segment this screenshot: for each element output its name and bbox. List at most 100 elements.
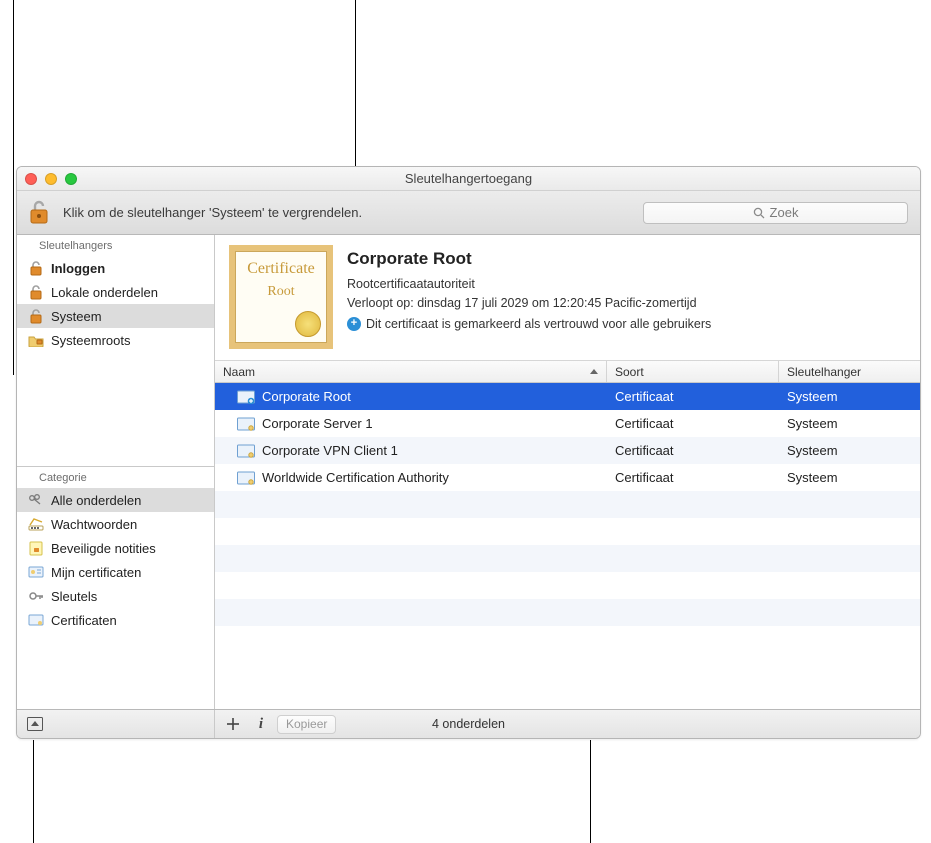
row-name: Corporate VPN Client 1: [262, 443, 398, 458]
info-button[interactable]: i: [249, 714, 273, 734]
cell-kind: Certificaat: [607, 470, 779, 485]
categories-section: Categorie Alle onderdelen Wachtwoorden Bev…: [17, 467, 214, 709]
search-field[interactable]: Zoek: [643, 202, 908, 224]
certificate-title: Corporate Root: [347, 249, 906, 269]
plus-icon: [226, 717, 240, 731]
row-name: Corporate Root: [262, 389, 351, 404]
info-icon: i: [259, 716, 263, 733]
column-header-keychain[interactable]: Sleutelhanger: [779, 361, 920, 382]
cell-keychain: Systeem: [779, 416, 920, 431]
search-icon: [753, 207, 765, 219]
certificate-icon: [237, 416, 255, 432]
cell-keychain: Systeem: [779, 443, 920, 458]
category-item[interactable]: Mijn certificaten: [17, 560, 214, 584]
certificate-icon: [237, 443, 255, 459]
callout-line: [33, 740, 34, 843]
certificate-icon: [237, 389, 255, 405]
category-item-label: Sleutels: [51, 589, 97, 604]
trust-status: + Dit certificaat is gemarkeerd als vert…: [347, 317, 906, 331]
add-button[interactable]: [221, 714, 245, 734]
cell-kind: Certificaat: [607, 416, 779, 431]
certificate-preview: Certificate Root Corporate Root Rootcert…: [215, 235, 920, 361]
table-row-empty: [215, 599, 920, 626]
category-item-label: Certificaten: [51, 613, 117, 628]
secure-note-icon: [27, 540, 45, 556]
category-item[interactable]: Wachtwoorden: [17, 512, 214, 536]
sidebar: Sleutelhangers Inloggen Lokale onderdelen…: [17, 235, 215, 709]
cell-name: Corporate Server 1: [215, 416, 607, 432]
sidebar-toggle-button[interactable]: [23, 714, 47, 734]
table-row[interactable]: Corporate VPN Client 1CertificaatSysteem: [215, 437, 920, 464]
column-header-name[interactable]: Naam: [215, 361, 607, 382]
cell-name: Corporate Root: [215, 389, 607, 405]
unlock-icon: [28, 200, 50, 226]
badge-line: Root: [267, 285, 294, 299]
category-item[interactable]: Certificaten: [17, 608, 214, 632]
passwords-icon: [27, 516, 45, 532]
lock-toggle[interactable]: [25, 200, 53, 226]
keychain-access-window: Sleutelhangertoegang Klik om de sleutelh…: [16, 166, 921, 739]
table-row[interactable]: Corporate RootCertificaatSysteem: [215, 383, 920, 410]
category-item-label: Alle onderdelen: [51, 493, 141, 508]
category-item-label: Mijn certificaten: [51, 565, 141, 580]
folder-lock-icon: [27, 332, 45, 348]
category-item[interactable]: Sleutels: [17, 584, 214, 608]
table-row[interactable]: Worldwide Certification AuthorityCertifi…: [215, 464, 920, 491]
keys-icon: [27, 492, 45, 508]
bottom-bar: i Kopieer 4 onderdelen: [17, 709, 920, 738]
keychain-item-label: Lokale onderdelen: [51, 285, 158, 300]
keychain-item-label: Inloggen: [51, 261, 105, 276]
traffic-lights: [25, 173, 77, 185]
certificate-info: Corporate Root Rootcertificaatautoriteit…: [347, 245, 906, 352]
main-pane: Certificate Root Corporate Root Rootcert…: [215, 235, 920, 709]
category-header: Categorie: [17, 467, 214, 488]
callout-line: [590, 740, 591, 843]
keychains-header: Sleutelhangers: [17, 235, 214, 256]
column-header-kind[interactable]: Soort: [607, 361, 779, 382]
seal-icon: [295, 311, 321, 337]
unlock-icon: [27, 260, 45, 276]
badge-line: Certificate: [247, 261, 315, 277]
table-row-empty: [215, 518, 920, 545]
cert-icon: [27, 612, 45, 628]
table-body: Corporate RootCertificaatSysteemCorporat…: [215, 383, 920, 709]
toolbar: Klik om de sleutelhanger 'Systeem' te ve…: [17, 191, 920, 235]
keychain-item[interactable]: Systeem: [17, 304, 214, 328]
certificate-authority: Rootcertificaatautoriteit: [347, 275, 906, 294]
minimize-button[interactable]: [45, 173, 57, 185]
cell-keychain: Systeem: [779, 470, 920, 485]
keychain-item[interactable]: Inloggen: [17, 256, 214, 280]
unlock-icon: [27, 284, 45, 300]
cell-name: Worldwide Certification Authority: [215, 470, 607, 486]
item-count: 4 onderdelen: [432, 717, 505, 731]
category-item[interactable]: Alle onderdelen: [17, 488, 214, 512]
trust-text: Dit certificaat is gemarkeerd als vertro…: [366, 317, 711, 331]
table-row-empty: [215, 572, 920, 599]
lock-hint-text: Klik om de sleutelhanger 'Systeem' te ve…: [63, 205, 633, 220]
bottombar-left: [17, 710, 215, 738]
trust-plus-icon: +: [347, 317, 361, 331]
table-row[interactable]: Corporate Server 1CertificaatSysteem: [215, 410, 920, 437]
cell-name: Corporate VPN Client 1: [215, 443, 607, 459]
category-item[interactable]: Beveiligde notities: [17, 536, 214, 560]
my-cert-icon: [27, 564, 45, 580]
panel-icon: [27, 717, 43, 731]
category-item-label: Beveiligde notities: [51, 541, 156, 556]
zoom-button[interactable]: [65, 173, 77, 185]
table-row-empty: [215, 545, 920, 572]
table-row-empty: [215, 626, 920, 653]
cell-kind: Certificaat: [607, 389, 779, 404]
certificate-badge-icon: Certificate Root: [229, 245, 333, 349]
close-button[interactable]: [25, 173, 37, 185]
titlebar: Sleutelhangertoegang: [17, 167, 920, 191]
keychain-item[interactable]: Systeemroots: [17, 328, 214, 352]
search-placeholder: Zoek: [770, 205, 799, 220]
keychain-item-label: Systeem: [51, 309, 102, 324]
category-item-label: Wachtwoorden: [51, 517, 137, 532]
keychain-item-label: Systeemroots: [51, 333, 130, 348]
copy-button[interactable]: Kopieer: [277, 715, 336, 734]
key-icon: [27, 588, 45, 604]
content-split: Sleutelhangers Inloggen Lokale onderdelen…: [17, 235, 920, 709]
keychain-item[interactable]: Lokale onderdelen: [17, 280, 214, 304]
keychains-section: Sleutelhangers Inloggen Lokale onderdelen…: [17, 235, 214, 467]
